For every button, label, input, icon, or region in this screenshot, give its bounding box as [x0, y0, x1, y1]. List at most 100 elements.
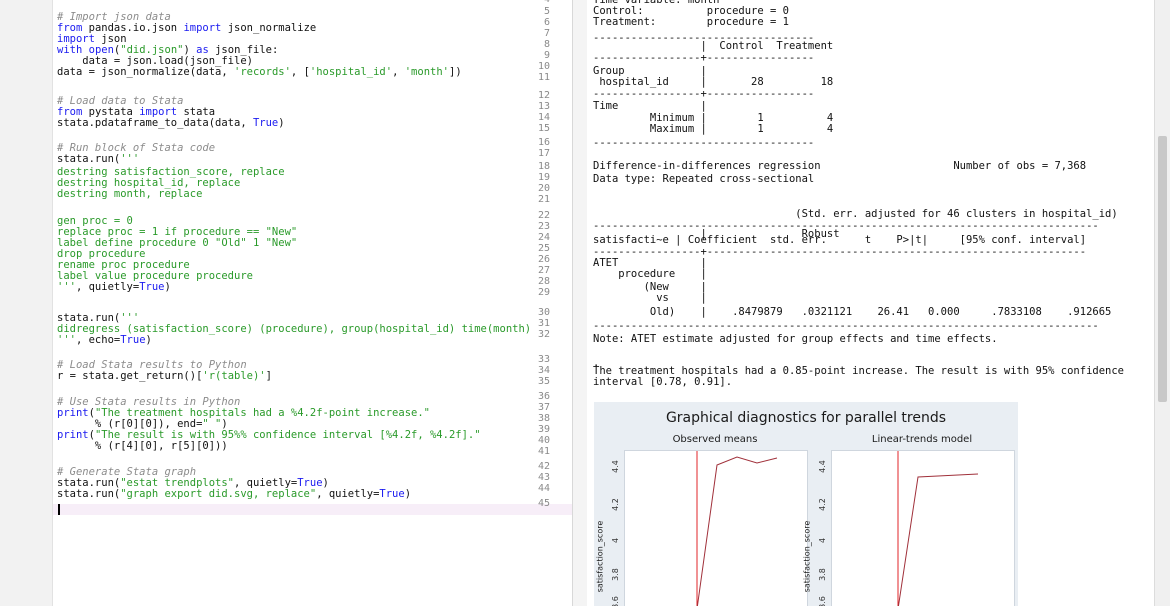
results-line: vs | [593, 292, 707, 304]
left-ytick: 3.8 [610, 568, 620, 581]
line-number: 38 [537, 413, 550, 424]
line-number: 11 [537, 72, 550, 83]
results-line: satisfacti~e | Coefficient std. err. t P… [593, 234, 1087, 246]
line-number: 24 [537, 232, 550, 243]
trendplots-graph: Graphical diagnostics for parallel trend… [594, 402, 1018, 606]
code-line-12: # Load data to Stata [57, 95, 184, 107]
line-number: 37 [537, 402, 550, 413]
code-line-41: % (r[4][0], r[5][0])) [57, 440, 228, 452]
line-number: 23 [537, 221, 550, 232]
right-ylabel: satisfaction_score [802, 520, 812, 593]
results-line: Difference-in-differences regression Num… [593, 160, 1087, 172]
line-number: 22 [537, 210, 550, 221]
code-line-5: # Import json data [57, 11, 171, 23]
line-number: 15 [537, 123, 550, 134]
line-number: 20 [537, 183, 550, 194]
line-number: 16 [537, 137, 550, 148]
code-line-32: didregress (satisfaction_score) (procedu… [57, 323, 532, 335]
line-number: 18 [537, 161, 550, 172]
left-ytick: 4.4 [610, 460, 620, 473]
code-line-45: stata.run("graph export did.svg, replace… [57, 488, 412, 500]
code-line-19: destring hospital_id, replace [57, 177, 241, 189]
line-number: 19 [537, 172, 550, 183]
code-line-8: with open("did.json") as json_file: [57, 44, 279, 56]
pane-splitter[interactable] [572, 0, 588, 606]
code-line-33: ''', echo=True) [57, 334, 152, 346]
results-line: ----------------------------------------… [593, 320, 1099, 332]
line-number: 39 [537, 424, 550, 435]
code-line-28: ''', quietly=True) [57, 281, 171, 293]
results-line: | Control Treatment [593, 40, 834, 52]
line-number: 33 [537, 354, 550, 365]
results-line: (Std. err. adjusted for 46 clusters in h… [593, 208, 1118, 220]
linear-trends-series-line [897, 473, 979, 606]
line-number: 40 [537, 435, 550, 446]
code-line-7: import json [57, 33, 127, 45]
line-number: 26 [537, 254, 550, 265]
code-line-31: stata.run(''' [57, 312, 140, 324]
line-number: 17 [537, 148, 550, 159]
code-line-6: from pandas.io.json import json_normaliz… [57, 22, 317, 34]
results-line: ----------------------------------- [593, 137, 815, 149]
results-line: Maximum | 1 4 [593, 123, 834, 135]
code-line-23: replace proc = 1 if procedure == "New" [57, 226, 298, 238]
graph-title: Graphical diagnostics for parallel trend… [665, 410, 947, 426]
code-line-44: stata.run("estat trendplots", quietly=Tr… [57, 477, 329, 489]
results-line: hospital_id | 28 18 [593, 76, 834, 88]
code-line-24: label define procedure 0 "Old" 1 "New" [57, 237, 298, 249]
line-number: 7 [543, 28, 550, 39]
line-number: 25 [537, 243, 550, 254]
code-line-20: destring month, replace [57, 188, 203, 200]
code-line-40: print("The result is with 95%% confidenc… [57, 429, 481, 441]
line-number: 12 [537, 90, 550, 101]
scrollbar-thumb[interactable] [1158, 136, 1167, 402]
line-number: 30 [537, 307, 550, 318]
line-number: 42 [537, 461, 550, 472]
right-ytick: 3.8 [817, 568, 827, 581]
right-ytick: 4.4 [817, 460, 827, 473]
line-number: 21 [537, 194, 550, 205]
line-number: 44 [537, 483, 550, 494]
current-line-highlight [53, 504, 572, 515]
code-line-39: % (r[0][0]), end=" ") [57, 418, 228, 430]
code-line-26: rename proc procedure [57, 259, 190, 271]
line-number: 5 [543, 6, 550, 17]
results-line: -----------------+----------------- [593, 52, 815, 64]
code-line-10: data = json_normalize(data, 'records', [… [57, 66, 462, 78]
left-ylabel: satisfaction_score [595, 520, 605, 593]
line-number: 6 [543, 17, 550, 28]
code-line-18: destring satisfaction_score, replace [57, 166, 285, 178]
results-line: Time | [593, 100, 707, 112]
observed-means-panel [624, 450, 808, 606]
line-number: 35 [537, 376, 550, 387]
left-ytick: 4.2 [610, 498, 620, 511]
left-ytick: 3.6 [610, 596, 620, 606]
line-number: 27 [537, 265, 550, 276]
code-line-38: print("The treatment hospitals had a %4.… [57, 407, 430, 419]
line-number: 28 [537, 276, 550, 287]
results-scrollbar[interactable] [1154, 0, 1170, 606]
code-line-22: gen proc = 0 [57, 215, 133, 227]
results-window[interactable]: Time variable: month Control: procedure =… [587, 0, 1154, 606]
results-line: Treatment: procedure = 1 [593, 16, 789, 28]
code-line-27: label value procedure procedure [57, 270, 253, 282]
results-line: Old) | .8479879 .0321121 26.41 0.000 .78… [593, 306, 1112, 318]
code-line-43: # Generate Stata graph [57, 466, 197, 478]
line-number: 45 [537, 498, 550, 509]
line-number: 14 [537, 112, 550, 123]
code-line-25: drop procedure [57, 248, 146, 260]
linear-trends-panel [831, 450, 1015, 606]
line-number: 34 [537, 365, 550, 376]
line-number: 31 [537, 318, 550, 329]
line-number: 8 [543, 39, 550, 50]
right-ytick: 3.6 [817, 596, 827, 606]
left-ytick: 4 [611, 537, 621, 544]
code-line-17: stata.run(''' [57, 153, 140, 165]
graph-left-subtitle: Observed means [672, 434, 758, 445]
do-file-editor[interactable]: 4567891011121314151617181920212223242526… [0, 0, 572, 606]
graph-right-subtitle: Linear-trends model [871, 434, 973, 445]
code-line-9: data = json.load(json_file) [57, 55, 253, 67]
results-line: Note: ATET estimate adjusted for group e… [593, 333, 998, 345]
code-line-37: # Use Stata results in Python [57, 396, 241, 408]
results-line: Data type: Repeated cross-sectional [593, 173, 815, 185]
